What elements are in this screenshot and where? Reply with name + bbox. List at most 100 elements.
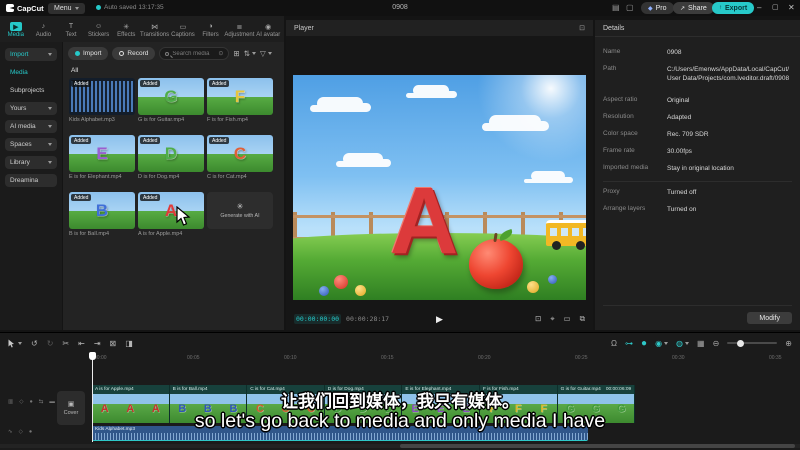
detail-row-colorspace: Color space Rec. 709 SDR [603, 130, 709, 138]
transitions-icon: ⋈ [151, 23, 159, 31]
tab-transitions[interactable]: ⋈ Transitions [140, 18, 169, 42]
total-timecode: 00:00:28:17 [346, 315, 390, 323]
player-title: Player [294, 24, 314, 32]
detail-row-framerate: Frame rate 30.00fps [603, 147, 692, 155]
main-track-magnet-icon[interactable]: ● [641, 338, 647, 349]
school-bus [546, 220, 586, 250]
search-input[interactable]: Search media ⊙ [159, 47, 230, 60]
adjustment-icon: ≣ [236, 23, 243, 31]
effects-icon: ✳ [123, 23, 130, 31]
media-item-d[interactable]: Added D D is for Dog.mp4 [138, 135, 204, 188]
search-scope-icon[interactable]: ⊙ [218, 50, 223, 57]
media-item-b[interactable]: Added B B is for Ball.mp4 [69, 192, 135, 245]
redo-button[interactable]: ↻ [47, 339, 54, 348]
trim-left-button[interactable]: ⇤ [78, 339, 85, 348]
scrollbar-thumb[interactable] [400, 444, 795, 448]
sidebar-item-ai-media[interactable]: AI media [5, 120, 57, 133]
details-title: Details [595, 20, 800, 37]
zoom-out-icon[interactable]: ⊖ [713, 339, 720, 348]
export-icon: ↑ [719, 5, 722, 11]
sidebar-item-library[interactable]: Library [5, 156, 57, 169]
titlebar: CapCut Menu Auto saved 13:17:35 0908 ▤ ▢… [0, 0, 800, 16]
media-item-audio[interactable]: Added Kids Alphabet.mp3 [69, 78, 135, 131]
magnet-icon[interactable]: Ω [611, 339, 617, 348]
filter-icon[interactable]: ▽ [260, 49, 272, 58]
tab-captions[interactable]: ▭ Captions [169, 18, 197, 42]
ai-sparkle-icon: ✳ [236, 202, 244, 211]
tab-adjustment[interactable]: ≣ Adjustment [224, 18, 254, 42]
tab-media[interactable]: ▶ Media [2, 18, 30, 42]
view-mode-icon[interactable]: ⊞ [233, 49, 239, 58]
sidebar-item-import[interactable]: Import [5, 48, 57, 61]
tab-ai-avatar[interactable]: ◉ AI avatar [254, 18, 282, 42]
video-preview[interactable]: A [293, 75, 586, 300]
mask-button[interactable]: ◨ [125, 339, 133, 348]
filter-all-label[interactable]: All [71, 67, 78, 74]
sidebar-item-dreamina[interactable]: Dreamina [5, 174, 57, 187]
tab-filters[interactable]: ◑ Filters [197, 18, 225, 42]
split-button[interactable]: ✂ [62, 339, 69, 348]
tab-text[interactable]: T Text [57, 18, 85, 42]
sidebar-item-spaces[interactable]: Spaces [5, 138, 57, 151]
cloud [317, 97, 363, 110]
media-item-a[interactable]: Added A A is for Apple.mp4 [138, 192, 204, 245]
generate-with-ai-button[interactable]: ✳ Generate with AI [207, 192, 273, 245]
red-ball [334, 274, 349, 289]
ratio-icon[interactable]: ▭ [564, 314, 571, 324]
panel-layout-icon[interactable]: ▤ [612, 3, 620, 13]
sidebar-item-yours[interactable]: Yours [5, 102, 57, 115]
track-toggle-a[interactable]: ◉ [655, 339, 669, 348]
tab-audio[interactable]: ♪ Audio [30, 18, 58, 42]
trim-right-button[interactable]: ⇥ [94, 339, 101, 348]
panel-layout-alt-icon[interactable]: ▢ [626, 3, 634, 13]
timeline-zoom-slider[interactable] [727, 339, 778, 347]
cloud [531, 171, 565, 181]
play-button[interactable]: ▶ [436, 314, 443, 325]
chevron-down-icon [48, 53, 52, 56]
timeline-toolbar-left: ↺ ↻ ✂ ⇤ ⇥ ⊠ ◨ [8, 336, 133, 350]
media-toolbar: Import Record Search media ⊙ ⊞ ⇅ ▽ [68, 47, 272, 60]
tab-effects[interactable]: ✳ Effects [112, 18, 140, 42]
pro-button[interactable]: ◆ Pro [641, 2, 674, 14]
share-button[interactable]: ↗ Share [673, 2, 714, 14]
sort-icon[interactable]: ⇅ [244, 49, 256, 58]
timeline-ruler[interactable]: 00:00 00:05 00:10 00:15 00:20 00:25 00:3… [56, 353, 800, 364]
snapshot-icon[interactable]: ⊡ [535, 314, 541, 324]
modify-button[interactable]: Modify [747, 312, 792, 324]
import-button[interactable]: Import [68, 47, 109, 60]
sidebar-item-media[interactable]: Media [5, 66, 57, 79]
player-expand-icon[interactable]: ⊡ [579, 24, 585, 32]
tab-stickers[interactable]: ☺ Stickers [85, 18, 113, 42]
close-button[interactable]: ✕ [788, 3, 795, 12]
sidebar-item-subprojects[interactable]: Subprojects [5, 84, 57, 97]
export-button[interactable]: ↑ Export [712, 2, 755, 14]
media-panel: Import Record Search media ⊙ ⊞ ⇅ ▽ All A… [63, 42, 284, 330]
tracker-icon[interactable]: ⌖ [550, 314, 554, 324]
track-toggle-b[interactable]: ◍ [676, 339, 690, 348]
media-item-f[interactable]: Added F F is for Fish.mp4 [207, 78, 273, 131]
undo-button[interactable]: ↺ [31, 339, 38, 348]
divider [603, 181, 792, 182]
preview-axis-icon[interactable]: ▦ [697, 339, 705, 348]
select-tool-button[interactable] [8, 339, 22, 348]
zoom-in-icon[interactable]: ⊕ [785, 339, 792, 348]
delete-button[interactable]: ⊠ [110, 339, 117, 348]
menu-button[interactable]: Menu [48, 2, 85, 14]
link-icon[interactable]: ⊶ [625, 339, 633, 348]
ribbon-tabs: ▶ Media ♪ Audio T Text ☺ Stickers ✳ Effects ⋈… [0, 16, 284, 42]
autosave-dot-icon [96, 5, 101, 10]
added-badge: Added [140, 137, 161, 144]
media-item-g[interactable]: Added G G is for Guitar.mp4 [138, 78, 204, 131]
subtitle-english: so let's go back to media and only media… [194, 410, 606, 432]
media-item-c[interactable]: Added C C is for Cat.mp4 [207, 135, 273, 188]
minimize-button[interactable]: – [757, 3, 761, 12]
media-sidebar: Import Media Subprojects Yours AI media … [0, 42, 62, 330]
maximize-button[interactable]: ▢ [772, 3, 779, 11]
fullscreen-icon[interactable]: ⧉ [580, 314, 585, 324]
playhead-handle[interactable] [89, 352, 96, 360]
slider-knob[interactable] [737, 339, 745, 347]
mouse-cursor [176, 206, 191, 226]
added-badge: Added [71, 137, 92, 144]
record-button[interactable]: Record [112, 47, 156, 60]
media-item-e[interactable]: Added E E is for Elephant.mp4 [69, 135, 135, 188]
